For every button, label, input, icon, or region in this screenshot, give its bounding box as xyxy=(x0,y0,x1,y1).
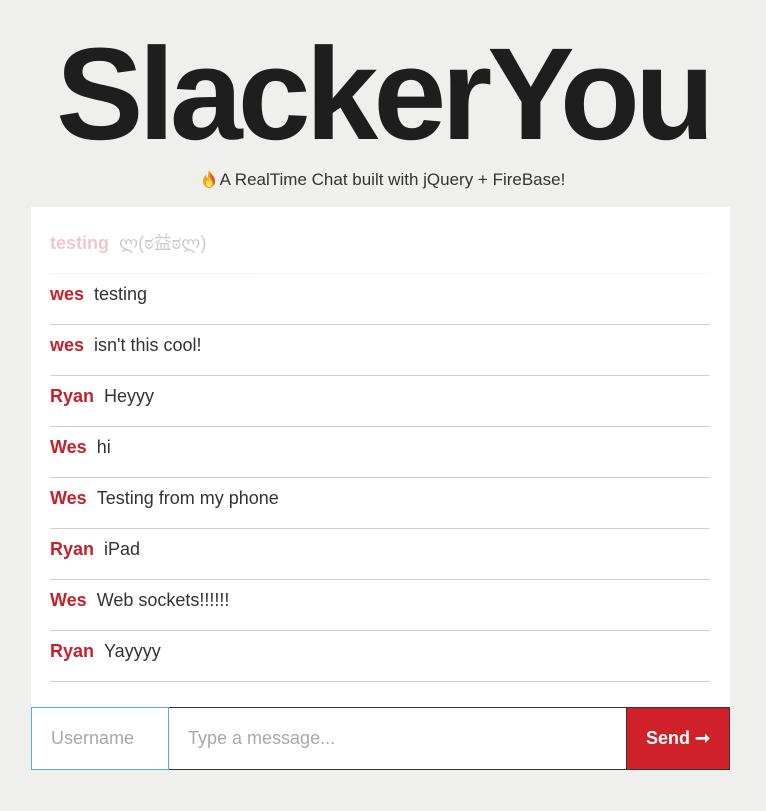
message-text: hi xyxy=(96,437,111,457)
message-text: ლ(ಠ益ಠლ) xyxy=(119,233,207,253)
message-text: Yayyyy xyxy=(104,641,161,661)
message-text: Web sockets!!!!!! xyxy=(96,590,230,610)
fire-icon xyxy=(201,170,217,188)
chat-form: Send ➞ xyxy=(31,707,730,770)
message-input[interactable] xyxy=(169,707,626,770)
message-username: testing xyxy=(50,233,110,253)
message-username: Wes xyxy=(50,590,87,610)
message-item: Ryan iPad xyxy=(50,529,710,580)
message-username: wes xyxy=(50,335,85,355)
message-username: wes xyxy=(50,284,85,304)
message-item: wes testing xyxy=(50,274,710,325)
message-text: iPad xyxy=(104,539,141,559)
message-item: Ryan Yayyyy xyxy=(50,631,710,682)
message-item: Wes Web sockets!!!!!! xyxy=(50,580,710,631)
subtitle: A RealTime Chat built with jQuery + Fire… xyxy=(0,168,766,192)
message-text: isn't this cool! xyxy=(94,335,202,355)
message-username: Wes xyxy=(50,488,87,508)
message-text: Testing from my phone xyxy=(96,488,279,508)
message-item: Wes Testing from my phone xyxy=(50,478,710,529)
message-username: Ryan xyxy=(50,539,95,559)
message-username: Ryan xyxy=(50,386,95,406)
message-text: Heyyy xyxy=(104,386,155,406)
message-item: Ryan Heyyy xyxy=(50,376,710,427)
page-title: SlackerYou xyxy=(56,20,715,167)
message-item: testing ლ(ಠ益ಠლ) xyxy=(50,223,710,274)
message-item: Wes hi xyxy=(50,427,710,478)
chat-panel: testing ლ(ಠ益ಠლ) wes testing wes isn't this … xyxy=(31,207,730,707)
message-username: Ryan xyxy=(50,641,95,661)
username-input[interactable] xyxy=(31,707,169,770)
page: SlackerYou A RealTime Chat built with jQ… xyxy=(0,0,766,811)
send-button[interactable]: Send ➞ xyxy=(626,707,730,770)
message-username: Wes xyxy=(50,437,87,457)
message-list: testing ლ(ಠ益ಠლ) wes testing wes isn't this … xyxy=(50,223,710,682)
subtitle-text: A RealTime Chat built with jQuery + Fire… xyxy=(219,170,566,189)
message-item: wes isn't this cool! xyxy=(50,325,710,376)
message-text: testing xyxy=(94,284,148,304)
